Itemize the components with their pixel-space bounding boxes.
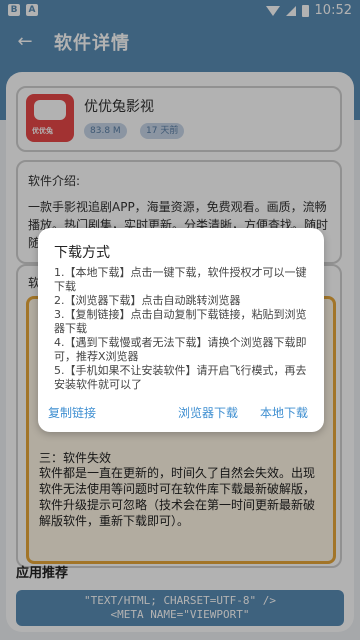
browser-download-button[interactable]: 浏览器下载 [178,404,238,421]
dialog-item: 2.【浏览器下载】点击自动跳转浏览器 [54,294,241,307]
download-method-dialog: 下载方式 1.【本地下载】点击一键下载，软件授权才可以一键下载 2.【浏览器下载… [38,228,324,432]
dialog-item: 1.【本地下载】点击一键下载，软件授权才可以一键下载 [54,266,307,293]
dialog-item: 3.【复制链接】点击自动复制下载链接，粘贴到浏览器下载 [54,308,307,335]
dialog-item: 4.【遇到下载慢或者无法下载】请换个浏览器下载即可，推荐X浏览器 [54,336,307,363]
copy-link-button[interactable]: 复制链接 [48,404,96,421]
dialog-item: 5.【手机如果不让安装软件】请开启飞行模式，再去安装软件就可以了 [54,364,307,391]
local-download-button[interactable]: 本地下载 [260,404,308,421]
dialog-title: 下载方式 [54,245,110,261]
